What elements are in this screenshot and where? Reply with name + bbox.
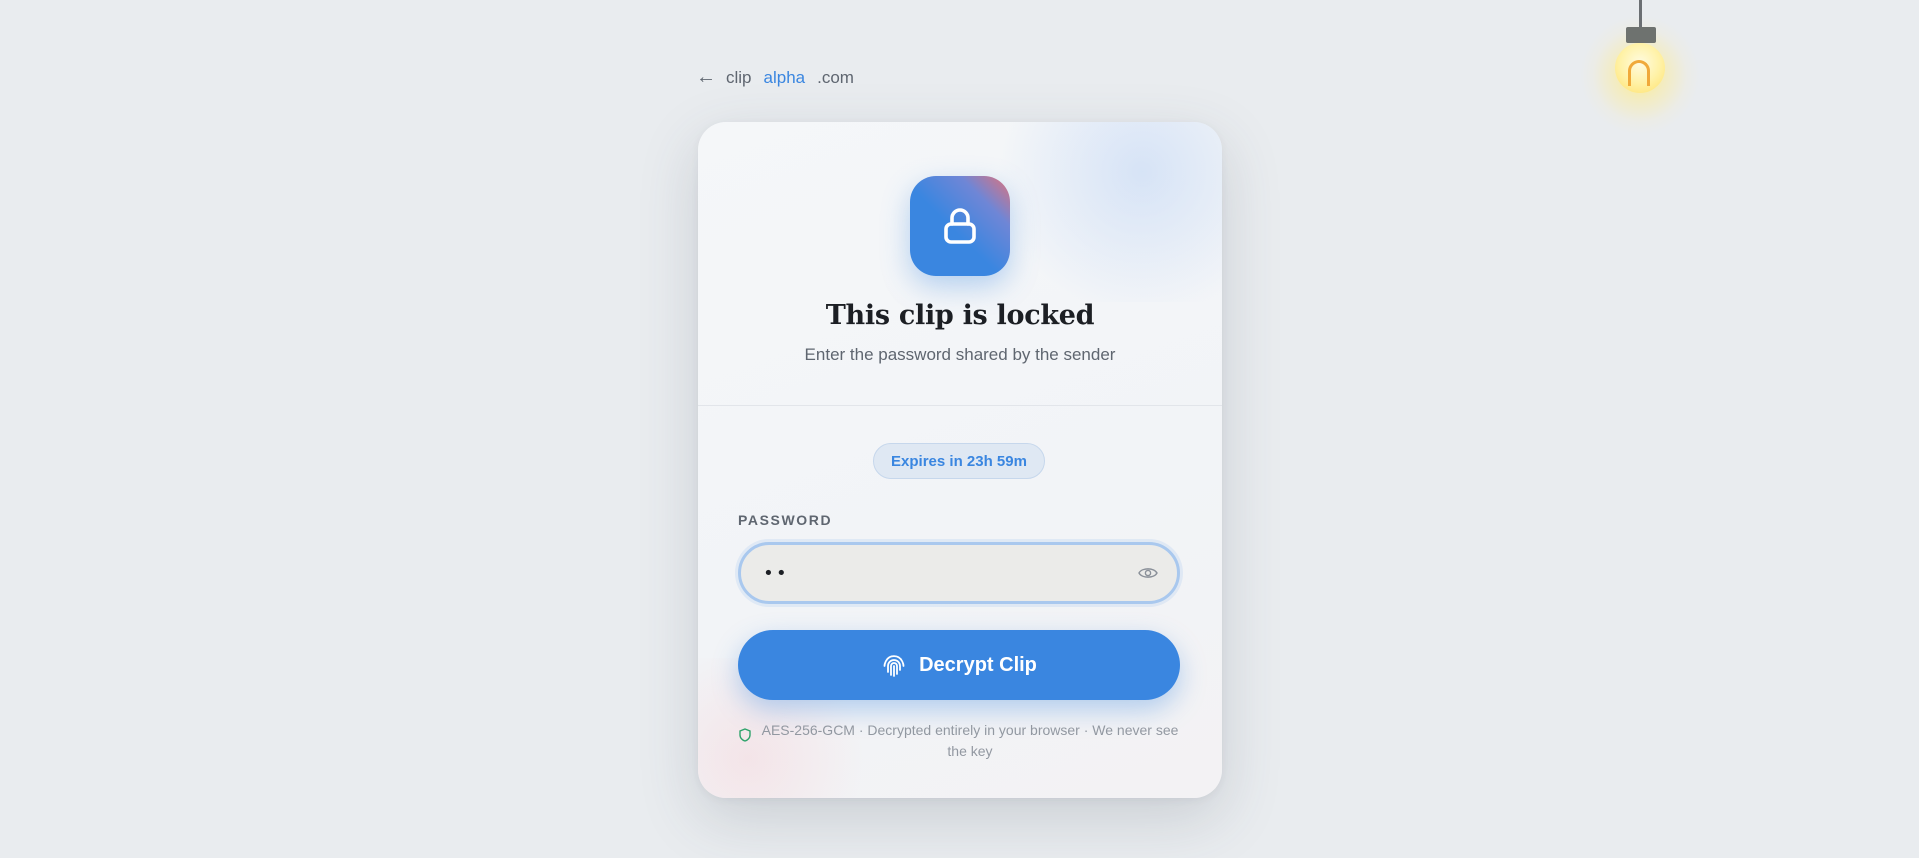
password-field-wrapper [738, 542, 1180, 604]
page-title: This clip is locked [825, 300, 1095, 331]
brand-prefix: clip [726, 67, 752, 87]
divider [698, 405, 1222, 406]
eye-icon[interactable] [1137, 562, 1159, 584]
lamp-filament [1628, 60, 1650, 86]
unlock-card: This clip is locked Enter the password s… [698, 122, 1222, 798]
fingerprint-icon [883, 655, 905, 677]
lamp-cap [1626, 27, 1656, 43]
lock-badge [910, 176, 1010, 276]
lock-icon [944, 208, 976, 244]
password-input[interactable] [761, 561, 1105, 585]
security-note: AES-256-GCM · Decrypted entirely in your… [738, 720, 1180, 762]
decrypt-button-label: Decrypt Clip [919, 653, 1037, 676]
security-note-text: AES-256-GCM · Decrypted entirely in your… [761, 722, 1179, 759]
expires-badge: Expires in 23h 59m [873, 443, 1045, 479]
page-subtitle: Enter the password shared by the sender [804, 345, 1116, 364]
lamp-cord [1639, 0, 1642, 28]
shield-icon [739, 728, 751, 742]
brand-suffix: .com [817, 67, 854, 87]
password-label: PASSWORD [738, 512, 833, 528]
decrypt-button[interactable]: Decrypt Clip [738, 630, 1180, 700]
brand-accent: alpha [763, 67, 806, 87]
back-link[interactable]: ← clip alpha .com [696, 66, 854, 89]
page: ← clip alpha .com This clip is locked En… [0, 0, 1919, 858]
back-arrow-icon: ← [696, 66, 716, 88]
